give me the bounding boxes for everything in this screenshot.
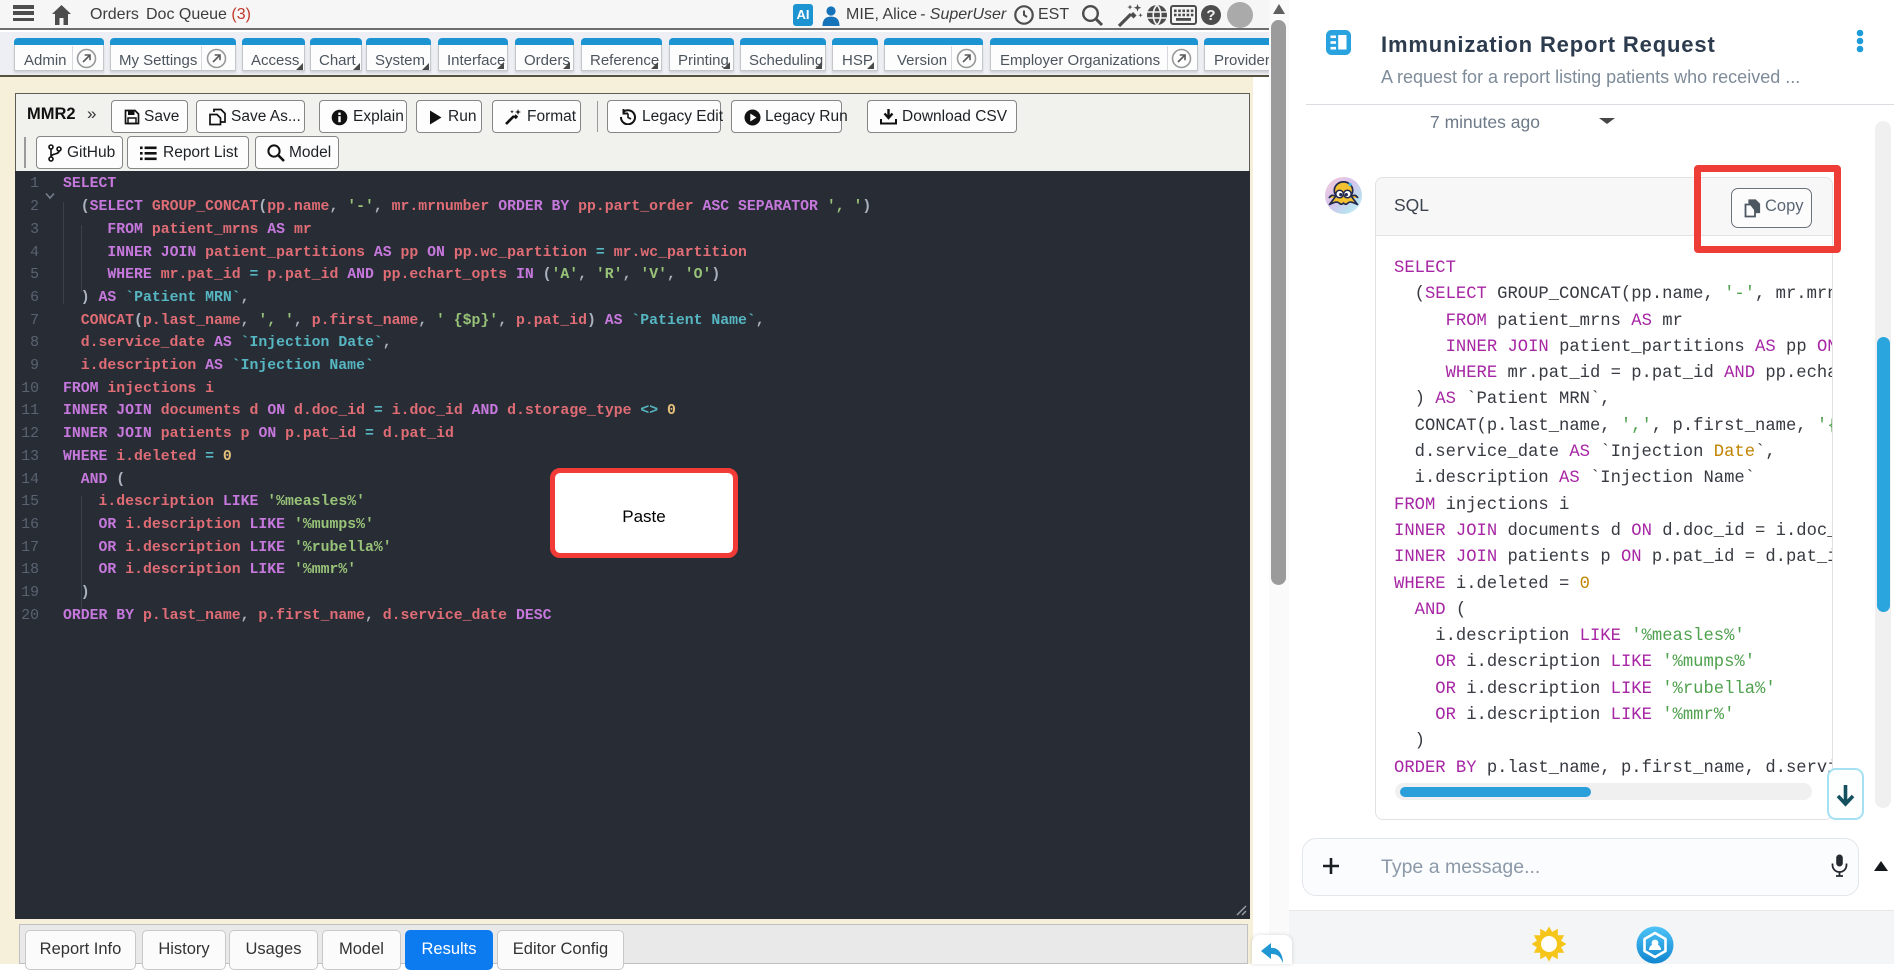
svg-text:?: ? xyxy=(1206,7,1215,24)
